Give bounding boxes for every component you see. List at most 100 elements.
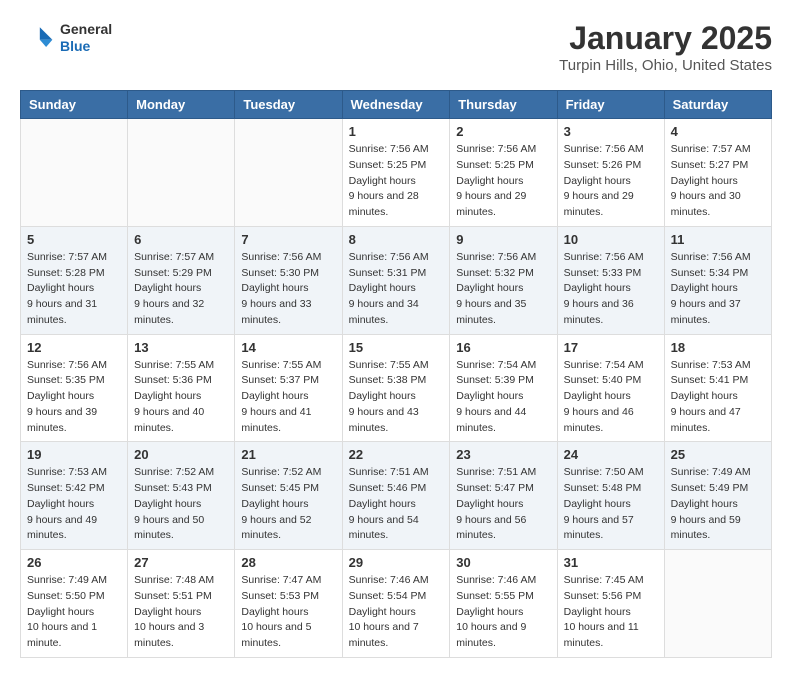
day-info: Sunrise: 7:51 AM Sunset: 5:46 PM Dayligh… <box>349 465 444 544</box>
sunrise-label: Sunrise: 7:47 AM <box>241 574 321 586</box>
day-number: 19 <box>27 447 121 462</box>
day-number: 15 <box>349 340 444 355</box>
logo-text: General Blue <box>60 21 112 55</box>
daylight-label: Daylight hours <box>456 282 523 294</box>
daylight-duration: 9 hours and 39 minutes. <box>27 406 97 434</box>
month-title: January 2025 <box>559 20 772 57</box>
daylight-label: Daylight hours <box>564 498 631 510</box>
daylight-label: Daylight hours <box>349 390 416 402</box>
day-number: 26 <box>27 555 121 570</box>
daylight-duration: 10 hours and 9 minutes. <box>456 621 526 649</box>
daylight-duration: 9 hours and 43 minutes. <box>349 406 419 434</box>
daylight-label: Daylight hours <box>134 282 201 294</box>
daylight-label: Daylight hours <box>27 390 94 402</box>
day-info: Sunrise: 7:56 AM Sunset: 5:32 PM Dayligh… <box>456 250 550 329</box>
daylight-label: Daylight hours <box>456 498 523 510</box>
daylight-label: Daylight hours <box>564 282 631 294</box>
day-number: 24 <box>564 447 658 462</box>
daylight-label: Daylight hours <box>134 498 201 510</box>
calendar-cell: 2 Sunrise: 7:56 AM Sunset: 5:25 PM Dayli… <box>450 119 557 227</box>
daylight-duration: 9 hours and 29 minutes. <box>456 190 526 218</box>
daylight-label: Daylight hours <box>241 498 308 510</box>
calendar-cell: 21 Sunrise: 7:52 AM Sunset: 5:45 PM Dayl… <box>235 442 342 550</box>
sunset-label: Sunset: 5:40 PM <box>564 374 642 386</box>
daylight-duration: 9 hours and 47 minutes. <box>671 406 741 434</box>
weekday-header: Tuesday <box>235 91 342 119</box>
sunrise-label: Sunrise: 7:55 AM <box>349 359 429 371</box>
title-section: January 2025 Turpin Hills, Ohio, United … <box>559 20 772 74</box>
sunset-label: Sunset: 5:30 PM <box>241 267 319 279</box>
sunset-label: Sunset: 5:49 PM <box>671 482 749 494</box>
day-info: Sunrise: 7:56 AM Sunset: 5:35 PM Dayligh… <box>27 358 121 437</box>
calendar-cell: 4 Sunrise: 7:57 AM Sunset: 5:27 PM Dayli… <box>664 119 771 227</box>
logo-blue: Blue <box>60 38 112 55</box>
daylight-label: Daylight hours <box>241 390 308 402</box>
daylight-duration: 9 hours and 30 minutes. <box>671 190 741 218</box>
calendar-cell: 8 Sunrise: 7:56 AM Sunset: 5:31 PM Dayli… <box>342 226 450 334</box>
day-info: Sunrise: 7:56 AM Sunset: 5:33 PM Dayligh… <box>564 250 658 329</box>
sunrise-label: Sunrise: 7:56 AM <box>456 143 536 155</box>
sunrise-label: Sunrise: 7:52 AM <box>241 466 321 478</box>
day-number: 3 <box>564 124 658 139</box>
sunset-label: Sunset: 5:45 PM <box>241 482 319 494</box>
sunrise-label: Sunrise: 7:56 AM <box>564 251 644 263</box>
day-info: Sunrise: 7:49 AM Sunset: 5:49 PM Dayligh… <box>671 465 765 544</box>
day-info: Sunrise: 7:48 AM Sunset: 5:51 PM Dayligh… <box>134 573 228 652</box>
sunrise-label: Sunrise: 7:45 AM <box>564 574 644 586</box>
day-number: 12 <box>27 340 121 355</box>
day-number: 2 <box>456 124 550 139</box>
sunset-label: Sunset: 5:51 PM <box>134 590 212 602</box>
day-number: 17 <box>564 340 658 355</box>
sunset-label: Sunset: 5:41 PM <box>671 374 749 386</box>
sunrise-label: Sunrise: 7:52 AM <box>134 466 214 478</box>
day-number: 27 <box>134 555 228 570</box>
calendar-cell: 17 Sunrise: 7:54 AM Sunset: 5:40 PM Dayl… <box>557 334 664 442</box>
daylight-duration: 9 hours and 36 minutes. <box>564 298 634 326</box>
daylight-label: Daylight hours <box>456 390 523 402</box>
day-info: Sunrise: 7:52 AM Sunset: 5:45 PM Dayligh… <box>241 465 335 544</box>
sunrise-label: Sunrise: 7:56 AM <box>671 251 751 263</box>
day-info: Sunrise: 7:56 AM Sunset: 5:30 PM Dayligh… <box>241 250 335 329</box>
daylight-duration: 9 hours and 56 minutes. <box>456 514 526 542</box>
sunrise-label: Sunrise: 7:49 AM <box>671 466 751 478</box>
sunset-label: Sunset: 5:37 PM <box>241 374 319 386</box>
sunrise-label: Sunrise: 7:56 AM <box>241 251 321 263</box>
calendar-cell: 12 Sunrise: 7:56 AM Sunset: 5:35 PM Dayl… <box>21 334 128 442</box>
day-info: Sunrise: 7:47 AM Sunset: 5:53 PM Dayligh… <box>241 573 335 652</box>
daylight-label: Daylight hours <box>349 175 416 187</box>
daylight-duration: 9 hours and 31 minutes. <box>27 298 97 326</box>
daylight-duration: 9 hours and 57 minutes. <box>564 514 634 542</box>
daylight-duration: 9 hours and 49 minutes. <box>27 514 97 542</box>
day-info: Sunrise: 7:51 AM Sunset: 5:47 PM Dayligh… <box>456 465 550 544</box>
calendar-week-row: 19 Sunrise: 7:53 AM Sunset: 5:42 PM Dayl… <box>21 442 772 550</box>
daylight-duration: 9 hours and 37 minutes. <box>671 298 741 326</box>
day-info: Sunrise: 7:55 AM Sunset: 5:37 PM Dayligh… <box>241 358 335 437</box>
sunrise-label: Sunrise: 7:55 AM <box>134 359 214 371</box>
location: Turpin Hills, Ohio, United States <box>559 57 772 74</box>
daylight-label: Daylight hours <box>241 282 308 294</box>
day-number: 1 <box>349 124 444 139</box>
sunset-label: Sunset: 5:38 PM <box>349 374 427 386</box>
daylight-duration: 9 hours and 46 minutes. <box>564 406 634 434</box>
daylight-label: Daylight hours <box>564 175 631 187</box>
sunrise-label: Sunrise: 7:54 AM <box>564 359 644 371</box>
day-info: Sunrise: 7:56 AM Sunset: 5:34 PM Dayligh… <box>671 250 765 329</box>
day-info: Sunrise: 7:55 AM Sunset: 5:36 PM Dayligh… <box>134 358 228 437</box>
daylight-duration: 10 hours and 1 minute. <box>27 621 97 649</box>
sunset-label: Sunset: 5:55 PM <box>456 590 534 602</box>
daylight-label: Daylight hours <box>671 498 738 510</box>
logo: General Blue <box>20 20 112 56</box>
calendar-cell: 10 Sunrise: 7:56 AM Sunset: 5:33 PM Dayl… <box>557 226 664 334</box>
sunset-label: Sunset: 5:26 PM <box>564 159 642 171</box>
sunrise-label: Sunrise: 7:56 AM <box>349 143 429 155</box>
calendar-cell: 14 Sunrise: 7:55 AM Sunset: 5:37 PM Dayl… <box>235 334 342 442</box>
daylight-duration: 10 hours and 7 minutes. <box>349 621 419 649</box>
day-info: Sunrise: 7:57 AM Sunset: 5:27 PM Dayligh… <box>671 142 765 221</box>
day-number: 4 <box>671 124 765 139</box>
day-number: 20 <box>134 447 228 462</box>
daylight-duration: 9 hours and 52 minutes. <box>241 514 311 542</box>
sunrise-label: Sunrise: 7:54 AM <box>456 359 536 371</box>
daylight-duration: 9 hours and 40 minutes. <box>134 406 204 434</box>
calendar-cell: 13 Sunrise: 7:55 AM Sunset: 5:36 PM Dayl… <box>128 334 235 442</box>
calendar-cell: 28 Sunrise: 7:47 AM Sunset: 5:53 PM Dayl… <box>235 550 342 658</box>
